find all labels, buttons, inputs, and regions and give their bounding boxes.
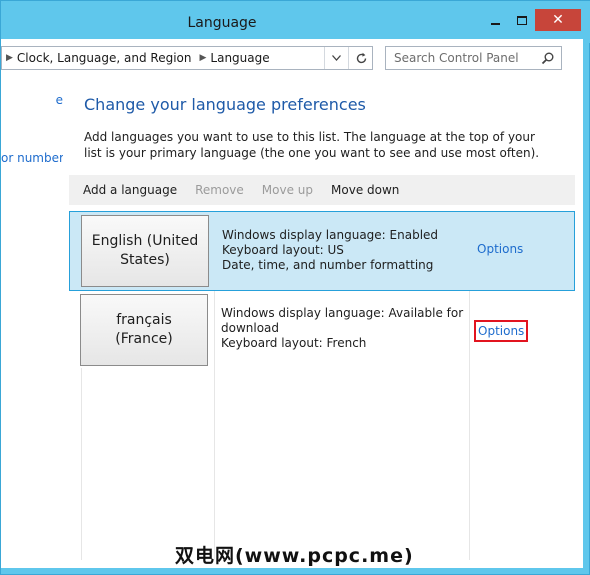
breadcrumb-separator-icon: ▶ — [6, 53, 13, 63]
breadcrumb-clock-language-region[interactable]: Clock, Language, and Region — [17, 51, 192, 65]
language-details: Windows display language: Enabled Keyboa… — [222, 228, 467, 273]
refresh-button[interactable] — [348, 47, 373, 69]
sidebar-link-label: e — [55, 93, 63, 107]
search-input[interactable] — [386, 47, 536, 69]
sidebar-link-truncated[interactable]: e — [55, 93, 63, 107]
refresh-icon — [356, 52, 366, 63]
watermark: 双电网(www.pcpc.me) — [175, 545, 414, 567]
language-tile-english[interactable]: English (United States) — [81, 215, 209, 287]
address-bar[interactable]: ▶ Clock, Language, and Region ▶ Language — [1, 46, 373, 70]
language-details: Windows display language: Available for … — [221, 306, 466, 351]
sidebar-link-number-formatting[interactable]: or number — [1, 151, 63, 165]
move-up-button[interactable]: Move up — [253, 183, 322, 197]
window-frame: Language ✕ ▶ Clock, Language, and Region… — [0, 0, 590, 575]
breadcrumb-separator-icon: ▶ — [199, 53, 207, 63]
remove-button[interactable]: Remove — [186, 183, 253, 197]
language-row-french[interactable]: français (France) Windows display langua… — [69, 291, 575, 371]
options-link-english[interactable]: Options — [477, 242, 523, 256]
maximize-button[interactable] — [509, 9, 535, 31]
keyboard-layout: Keyboard layout: US — [222, 243, 344, 257]
display-language-status: Windows display language: Enabled — [222, 228, 439, 242]
language-toolbar: Add a language Remove Move up Move down — [69, 175, 575, 205]
title-bar[interactable]: Language ✕ — [1, 1, 590, 43]
search-icon[interactable] — [541, 51, 555, 65]
close-icon: ✕ — [552, 12, 564, 28]
formatting-info: Date, time, and number formatting — [222, 258, 434, 272]
keyboard-layout: Keyboard layout: French — [221, 336, 367, 350]
display-language-status: Windows display language: Available for … — [221, 306, 464, 335]
close-button[interactable]: ✕ — [535, 9, 581, 31]
minimize-icon — [490, 23, 500, 25]
address-dropdown-button[interactable] — [324, 47, 348, 69]
page-title: Change your language preferences — [84, 95, 366, 114]
language-tile-french[interactable]: français (France) — [80, 294, 208, 366]
sidebar: e or number — [1, 77, 63, 568]
add-language-button[interactable]: Add a language — [69, 183, 186, 197]
language-row-english[interactable]: English (United States) Windows display … — [69, 211, 575, 291]
minimize-button[interactable] — [481, 9, 509, 31]
address-bar-row: ▶ Clock, Language, and Region ▶ Language — [1, 39, 583, 77]
sidebar-link-label: or number — [1, 151, 63, 165]
list-border — [81, 368, 82, 560]
maximize-icon — [517, 15, 527, 25]
breadcrumb-language[interactable]: Language — [210, 51, 269, 65]
window-content: ▶ Clock, Language, and Region ▶ Language… — [1, 39, 583, 568]
move-down-button[interactable]: Move down — [322, 183, 408, 197]
page-description: Add languages you want to use to this li… — [84, 130, 540, 160]
language-list: English (United States) Windows display … — [69, 211, 575, 560]
window-title: Language — [187, 15, 257, 31]
search-box[interactable] — [385, 46, 562, 70]
options-link-french[interactable]: Options — [474, 320, 529, 342]
chevron-down-icon — [332, 55, 341, 61]
